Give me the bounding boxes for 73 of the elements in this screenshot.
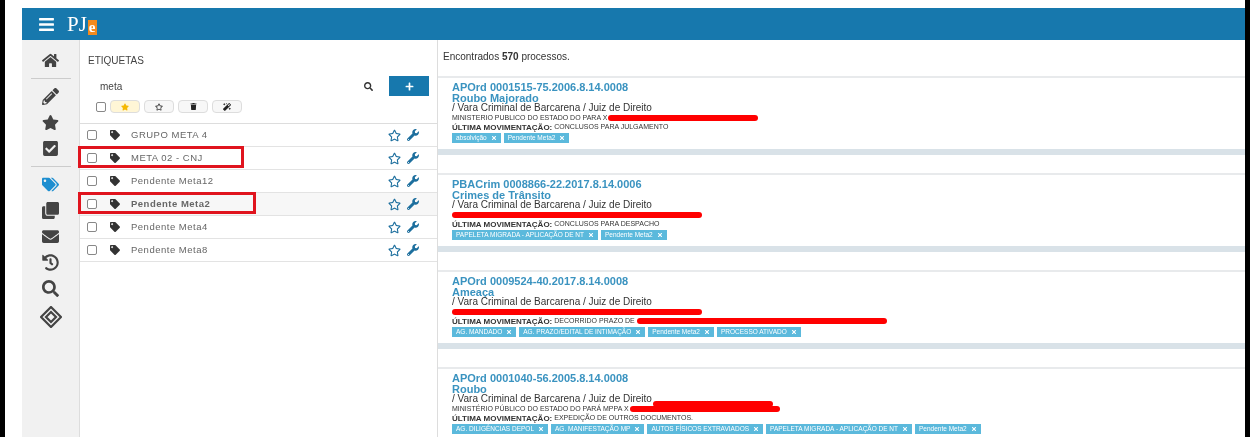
star-outline-icon[interactable] [388, 128, 401, 142]
process-subject: Roubo Majorado [452, 93, 539, 103]
tag-name: Pendente Meta2 [131, 196, 211, 211]
wrench-icon[interactable] [407, 152, 419, 164]
process-subject: Ameaça [452, 287, 495, 297]
menu-icon[interactable] [38, 15, 55, 33]
last-move-label: ÚLTIMA MOVIMENTAÇÃO: [452, 413, 553, 423]
star-outline-icon[interactable] [388, 174, 401, 188]
star-button[interactable] [144, 100, 174, 113]
checkbox[interactable] [87, 153, 97, 163]
tag-row[interactable]: META 02 - CNJ [80, 147, 437, 170]
search-icon[interactable] [42, 280, 59, 297]
wrench-icon[interactable] [407, 221, 419, 233]
plus-icon [404, 81, 414, 91]
panel-title: ETIQUETAS [88, 55, 144, 66]
process-number[interactable]: PBACrim 0008866-22.2017.8.14.0006 [452, 178, 1245, 190]
tag-icon [110, 199, 120, 209]
court-text: / Vara Criminal de Barcarena / Juiz de Direito [452, 297, 652, 307]
logo-accent[interactable]: e [87, 19, 97, 35]
process-subject: Crimes de Trânsito [452, 190, 552, 200]
court-text: / Vara Criminal de Barcarena / Juiz de Direito [452, 394, 652, 404]
pencil-icon[interactable] [42, 88, 59, 105]
process-number[interactable]: APOrd 0001040-56.2005.8.14.0008 [452, 372, 1245, 384]
tag-icon [110, 176, 120, 186]
home-icon[interactable] [42, 52, 59, 69]
last-move-label: ÚLTIMA MOVIMENTAÇÃO: [452, 219, 553, 229]
checkbox-icon[interactable] [42, 140, 59, 157]
windows-icon[interactable] [42, 202, 59, 219]
star-outline-icon[interactable] [388, 243, 401, 257]
wand-icon [223, 102, 231, 111]
tag-name: Pendente Meta12 [131, 173, 214, 188]
star-icon [121, 102, 129, 111]
checkbox[interactable] [87, 222, 97, 232]
tag-name: Pendente Meta4 [131, 219, 208, 234]
star-icon[interactable] [42, 114, 59, 131]
tag-name: META 02 - CNJ [131, 150, 203, 165]
last-move-label: ÚLTIMA MOVIMENTAÇÃO: [452, 122, 553, 132]
wrench-icon[interactable] [407, 175, 419, 187]
envelope-icon[interactable] [42, 228, 59, 245]
app-logo[interactable]: PJ [67, 13, 87, 35]
tag-icon [110, 130, 120, 140]
trash-icon [189, 103, 197, 110]
checkbox[interactable] [87, 176, 97, 186]
star-outline-icon[interactable] [388, 220, 401, 234]
process-number[interactable]: APOrd 0009524-40.2017.8.14.0008 [452, 275, 1245, 287]
tag-name: Pendente Meta8 [131, 242, 208, 257]
checkbox[interactable] [87, 245, 97, 255]
last-move-label: ÚLTIMA MOVIMENTAÇÃO: [452, 316, 553, 326]
court-text: / Vara Criminal de Barcarena / Juiz de Direito [452, 200, 652, 210]
tag-row[interactable]: Pendente Meta2 [80, 193, 437, 216]
delete-button[interactable] [178, 100, 208, 113]
magic-button[interactable] [212, 100, 242, 113]
checkbox[interactable] [87, 199, 97, 209]
diamond-logo-icon[interactable] [39, 306, 62, 328]
history-icon[interactable] [42, 254, 59, 271]
star-outline-icon [155, 102, 163, 111]
checkbox[interactable] [96, 101, 106, 112]
wrench-icon[interactable] [407, 129, 419, 141]
tag-icon [110, 222, 120, 232]
checkbox[interactable] [87, 130, 97, 140]
process-subject: Roubo [452, 384, 487, 394]
tag-name: GRUPO META 4 [131, 127, 208, 142]
court-text: / Vara Criminal de Barcarena / Juiz de Direito [452, 103, 652, 113]
tag-icon [110, 245, 120, 255]
results-summary: Encontrados 570 processos. [443, 51, 570, 62]
tags-icon[interactable] [42, 176, 59, 193]
wrench-icon[interactable] [407, 244, 419, 256]
search-icon [363, 81, 373, 91]
wrench-icon[interactable] [407, 198, 419, 210]
star-outline-icon[interactable] [388, 197, 401, 211]
process-number[interactable]: APOrd 0001515-75.2006.8.14.0008 [452, 81, 1245, 93]
tag-icon [110, 153, 120, 163]
star-outline-icon[interactable] [388, 151, 401, 165]
